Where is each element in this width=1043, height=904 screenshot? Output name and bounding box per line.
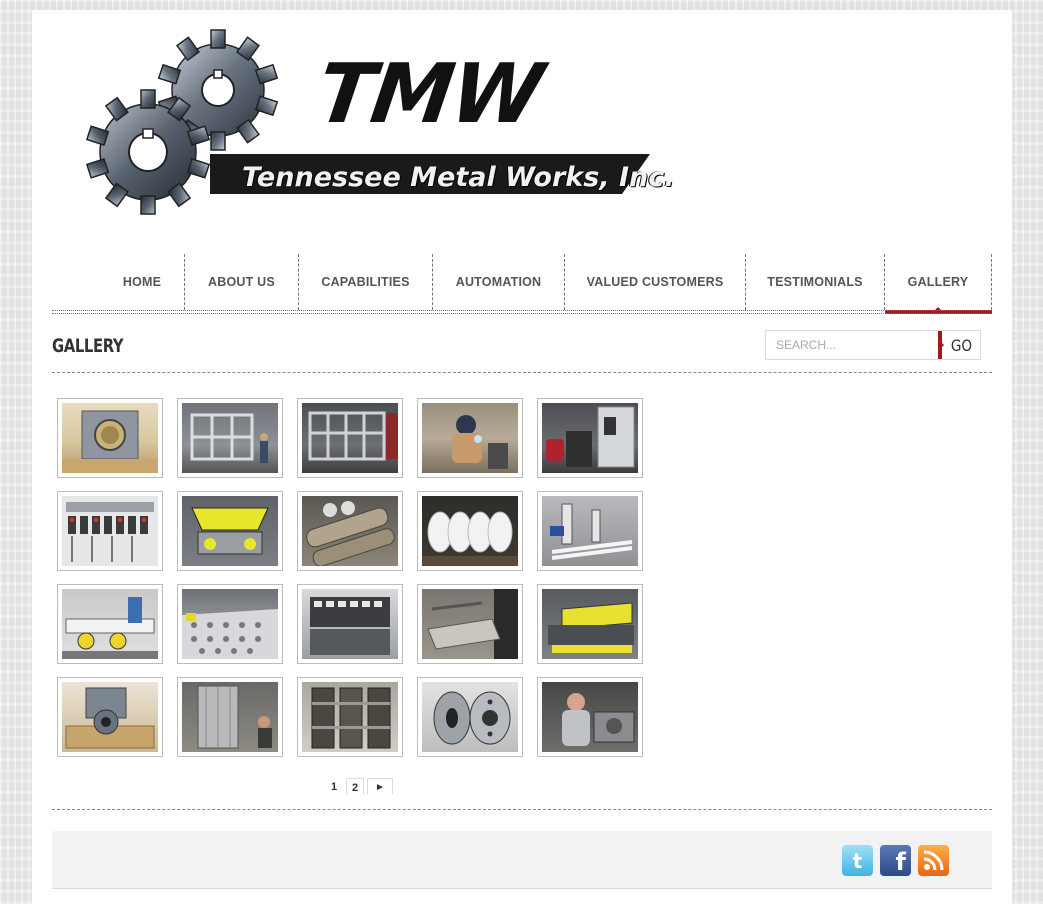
nav-label: CAPABILITIES: [321, 275, 410, 289]
company-name: Tennessee Metal Works, Inc.: [242, 162, 675, 193]
nav-item-valued-customers[interactable]: VALUED CUSTOMERS: [564, 254, 745, 310]
logo-tmw-text: TMW: [311, 47, 547, 142]
rss-icon[interactable]: [918, 845, 949, 876]
gallery-thumbnail[interactable]: [177, 398, 283, 478]
nav-label: HOME: [122, 275, 162, 289]
nav-item-automation[interactable]: AUTOMATION: [432, 254, 564, 310]
nav-item-capabilities[interactable]: CAPABILITIES: [298, 254, 432, 310]
gallery-thumbnail[interactable]: [297, 584, 403, 664]
gallery-thumbnail[interactable]: [297, 491, 403, 571]
gallery-thumbnail[interactable]: [417, 398, 523, 478]
next-page-button[interactable]: ►: [367, 778, 393, 794]
gallery-thumbnail[interactable]: [177, 677, 283, 757]
site-logo[interactable]: TMW Tennessee Metal Works, Inc.: [60, 28, 675, 228]
page-container: TMW Tennessee Metal Works, Inc. HOME ABO…: [32, 10, 1012, 904]
gallery-thumbnail[interactable]: [177, 584, 283, 664]
gallery-thumbnail[interactable]: [177, 491, 283, 571]
page-1-link[interactable]: 1: [325, 778, 343, 794]
facebook-icon[interactable]: f: [880, 845, 911, 876]
divider: [52, 809, 992, 810]
gallery-thumbnail[interactable]: [57, 677, 163, 757]
gallery-thumbnail[interactable]: [57, 398, 163, 478]
page-title: GALLERY: [52, 335, 124, 357]
twitter-icon[interactable]: t: [842, 845, 873, 876]
nav-label: VALUED CUSTOMERS: [586, 275, 724, 289]
search-go-label: GO: [950, 335, 972, 355]
gallery-thumbnail[interactable]: [537, 491, 643, 571]
gallery-thumbnail[interactable]: [537, 584, 643, 664]
search-go-button[interactable]: GO: [938, 331, 980, 359]
gallery-thumbnail[interactable]: [417, 677, 523, 757]
gallery-thumbnail[interactable]: [417, 491, 523, 571]
nav-item-home[interactable]: HOME: [100, 254, 184, 310]
nav-item-about-us[interactable]: ABOUT US: [184, 254, 298, 310]
nav-divider: [52, 310, 992, 314]
gallery-thumbnail[interactable]: [57, 491, 163, 571]
nav-item-gallery[interactable]: GALLERY: [884, 254, 992, 314]
gallery-thumbnail[interactable]: [57, 584, 163, 664]
gallery-thumbnail[interactable]: [537, 398, 643, 478]
gallery-thumbnail[interactable]: [537, 677, 643, 757]
footer: t f: [52, 831, 992, 889]
main-navigation: HOME ABOUT US CAPABILITIES AUTOMATION VA…: [52, 254, 992, 316]
gallery-thumbnail[interactable]: [297, 398, 403, 478]
nav-label: AUTOMATION: [455, 275, 542, 289]
nav-item-testimonials[interactable]: TESTIMONIALS: [745, 254, 884, 310]
pagination: 1 2 ►: [325, 778, 393, 794]
search-box: GO: [765, 330, 981, 360]
gallery-thumbnail[interactable]: [297, 677, 403, 757]
nav-label: GALLERY: [907, 275, 969, 289]
divider: [52, 372, 992, 373]
nav-label: ABOUT US: [208, 275, 275, 289]
page-2-link[interactable]: 2: [346, 778, 364, 794]
search-input[interactable]: [766, 331, 938, 359]
nav-label: TESTIMONIALS: [767, 275, 863, 289]
gallery-thumbnail[interactable]: [417, 584, 523, 664]
